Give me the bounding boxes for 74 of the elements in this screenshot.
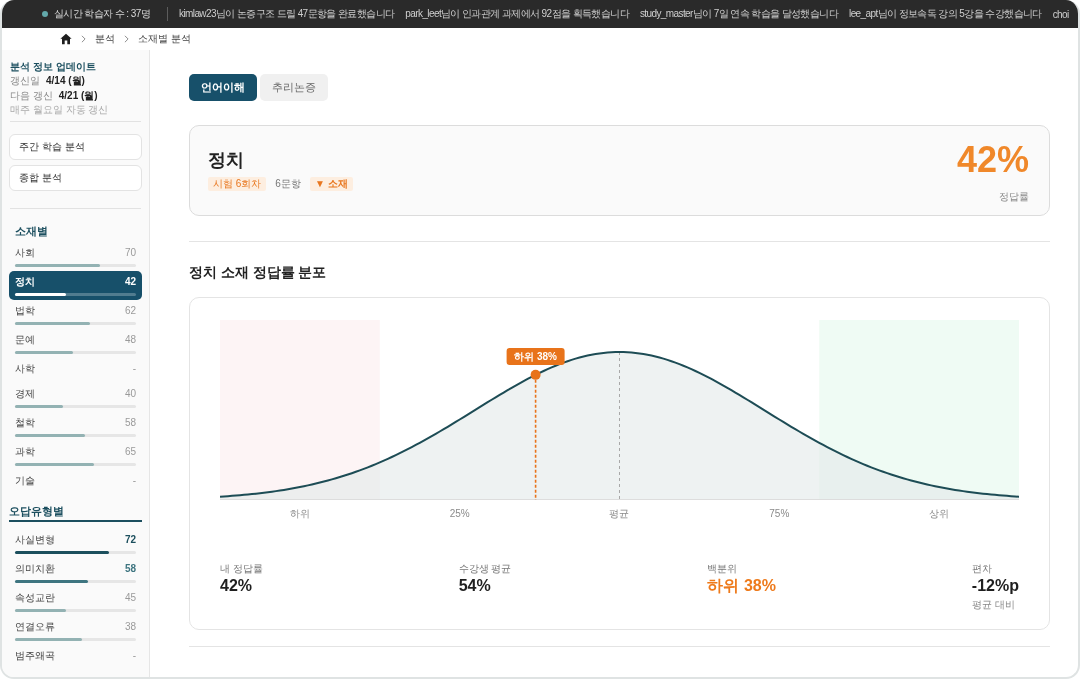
update-date: 4/21 (월) [58, 89, 98, 103]
sidebar-nav-button[interactable]: 주간 학습 분석 [9, 134, 142, 160]
update-note: 매주 월요일 자동 갱신 [10, 103, 110, 116]
update-info-title: 분석 정보 업데이트 [10, 60, 97, 73]
sidebar-nav-button[interactable]: 종합 분석 [9, 165, 142, 191]
score-value: 58 [124, 562, 136, 576]
score-value: 62 [124, 304, 136, 318]
chevron-icon [81, 35, 86, 43]
update-label: 다음 갱신 [10, 89, 53, 103]
stat-value: 42% [220, 576, 254, 596]
sidebar-item[interactable]: 과학 65 [9, 441, 142, 470]
topic-title: 정치 [208, 149, 245, 172]
sidebar-item[interactable]: 사실변형 72 [9, 529, 142, 558]
update-label: 갱신일 [10, 74, 40, 88]
sidebar-item[interactable]: 정치 42 [9, 271, 142, 300]
ticker-message: park_leet님이 인과관계 과제에서 92점을 획득했습니다 [405, 7, 629, 21]
section-heading: 소재별 [14, 224, 49, 238]
sidebar-item[interactable]: 법학 62 [9, 300, 142, 329]
axis-label: 하위 [289, 507, 310, 520]
axis-label: 상위 [929, 507, 950, 520]
score-value: 65 [124, 445, 136, 459]
percentile-label: 하위 38% [506, 347, 565, 365]
sidebar-item[interactable]: 경제 40 [9, 383, 142, 412]
sidebar-item[interactable]: 사회 70 [9, 242, 142, 271]
sidebar-item[interactable]: 사학 - [9, 358, 142, 383]
score-value: 70 [124, 246, 136, 260]
sidebar-item[interactable]: 범주왜곡 - [9, 645, 142, 670]
sidebar-item[interactable]: 기술 - [9, 470, 142, 495]
ticker-message: study_master님이 7일 연속 학습을 달성했습니다 [639, 7, 839, 21]
stat-label: 수강생 평균 [458, 562, 512, 575]
score-value: - [132, 649, 136, 663]
score-percent: 42% [956, 140, 1029, 180]
score-value: - [132, 362, 136, 376]
axis-label: 25% [449, 507, 470, 520]
score-value: - [132, 474, 136, 488]
section-heading: 오답유형별 [9, 504, 142, 522]
score-value: 58 [124, 416, 136, 430]
chart-title: 정치 소재 정답률 분포 [189, 264, 328, 282]
score-value: 40 [124, 387, 136, 401]
axis-label: 75% [769, 507, 790, 520]
score-value: 45 [124, 591, 136, 605]
sidebar-item[interactable]: 속성교란 45 [9, 587, 142, 616]
sidebar-item[interactable]: 문예 48 [9, 329, 142, 358]
question-count: 6문항 [275, 177, 301, 191]
ticker-message: choi [1052, 8, 1069, 20]
axis-label: 평균 [609, 507, 630, 520]
tag: 시험 6회차 [208, 177, 267, 191]
ticker-message: kimlaw23님이 논증구조 드릴 47문항을 완료했습니다 [179, 7, 395, 21]
score-label: 정답률 [999, 190, 1029, 203]
stat-value: 하위 38% [707, 576, 776, 596]
score-value: 42 [124, 275, 136, 289]
breadcrumb-link[interactable]: 분석 [95, 32, 115, 46]
stat-label: 내 정답률 [220, 562, 263, 575]
breadcrumb-link[interactable]: 소재별 분석 [138, 32, 191, 46]
live-status-dot-icon [42, 11, 48, 17]
stat-note: 평균 대비 [971, 598, 1016, 611]
live-count-text: 실시간 학습자 수 : 37명 [54, 7, 150, 21]
stat-label: 백분위 [707, 562, 739, 575]
chevron-icon [124, 35, 129, 43]
score-value: 72 [124, 533, 136, 547]
stat-value: 54% [458, 576, 492, 596]
tab[interactable]: 추리논증 [260, 74, 328, 101]
tab[interactable]: 언어이해 [189, 74, 257, 101]
home-icon[interactable] [60, 33, 72, 45]
sidebar-item[interactable]: 의미치환 58 [9, 558, 142, 587]
update-date: 4/14 (월) [46, 74, 85, 88]
ticker-message: lee_apt님이 정보속독 강의 5강을 수강했습니다 [849, 7, 1042, 21]
tag: ▼ 소재 [309, 177, 353, 191]
sidebar-item[interactable]: 철학 58 [9, 412, 142, 441]
sidebar-item[interactable]: 연결오류 38 [9, 616, 142, 645]
stat-label: 편차 [971, 562, 993, 575]
stat-value: -12%p [971, 576, 1019, 596]
score-value: 48 [124, 333, 136, 347]
score-value: 38 [124, 620, 136, 634]
